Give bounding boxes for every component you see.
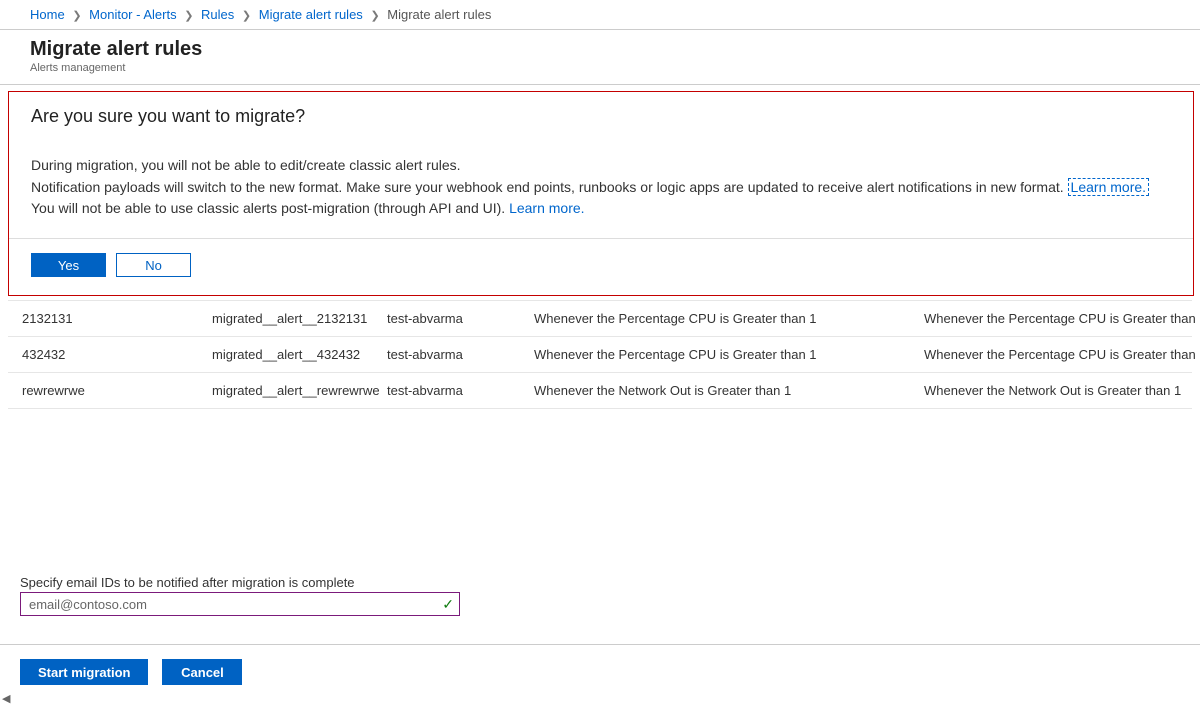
cell-condition-1: Whenever the Network Out is Greater than… [534, 383, 924, 398]
breadcrumb-current: Migrate alert rules [387, 7, 491, 22]
table-row: 432432 migrated__alert__432432 test-abva… [8, 337, 1192, 373]
learn-more-link-2[interactable]: Learn more. [509, 200, 584, 216]
cell-classic-name: rewrewrwe [22, 383, 212, 398]
cell-migrated-name: migrated__alert__2132131 [212, 311, 387, 326]
confirm-line-3: You will not be able to use classic aler… [31, 198, 1171, 220]
table-row: rewrewrwe migrated__alert__rewrewrwe tes… [8, 373, 1192, 409]
page-header: Migrate alert rules Alerts management [0, 30, 1200, 85]
no-button[interactable]: No [116, 253, 191, 277]
confirm-line-1: During migration, you will not be able t… [31, 155, 1171, 177]
cell-target: test-abvarma [387, 383, 534, 398]
cell-target: test-abvarma [387, 347, 534, 362]
cell-condition-2: Whenever the Percentage CPU is Greater t… [924, 347, 1200, 362]
page-title: Migrate alert rules [30, 38, 1180, 61]
cell-target: test-abvarma [387, 311, 534, 326]
confirm-line-2: Notification payloads will switch to the… [31, 177, 1171, 199]
cell-classic-name: 2132131 [22, 311, 212, 326]
cell-condition-1: Whenever the Percentage CPU is Greater t… [534, 311, 924, 326]
divider [9, 238, 1193, 239]
rules-table: 2132131 migrated__alert__2132131 test-ab… [0, 300, 1200, 409]
breadcrumb-migrate-alert-rules[interactable]: Migrate alert rules [259, 7, 363, 22]
confirm-line-2-text: Notification payloads will switch to the… [31, 179, 1068, 195]
email-note-label: Specify email IDs to be notified after m… [20, 575, 1180, 590]
divider [0, 644, 1200, 645]
breadcrumb: Home ❯ Monitor - Alerts ❯ Rules ❯ Migrat… [0, 0, 1200, 30]
breadcrumb-home[interactable]: Home [30, 7, 65, 22]
chevron-right-icon: ❯ [184, 9, 193, 22]
cell-condition-2: Whenever the Network Out is Greater than… [924, 383, 1181, 398]
scroll-left-icon[interactable]: ◀ [2, 692, 10, 705]
cell-condition-1: Whenever the Percentage CPU is Greater t… [534, 347, 924, 362]
table-row: 2132131 migrated__alert__2132131 test-ab… [8, 300, 1192, 337]
page-subtitle: Alerts management [30, 62, 1180, 74]
chevron-right-icon: ❯ [72, 9, 81, 22]
bottom-section: Specify email IDs to be notified after m… [0, 575, 1200, 707]
learn-more-link-1[interactable]: Learn more. [1068, 178, 1149, 196]
cell-condition-2: Whenever the Percentage CPU is Greater t… [924, 311, 1200, 326]
cell-classic-name: 432432 [22, 347, 212, 362]
notification-email-input[interactable] [20, 592, 460, 616]
cancel-button[interactable]: Cancel [162, 659, 242, 685]
chevron-right-icon: ❯ [370, 9, 379, 22]
confirm-line-3-text: You will not be able to use classic aler… [31, 200, 509, 216]
breadcrumb-rules[interactable]: Rules [201, 7, 234, 22]
chevron-right-icon: ❯ [242, 9, 251, 22]
cell-migrated-name: migrated__alert__rewrewrwe [212, 383, 387, 398]
confirm-panel: Are you sure you want to migrate? During… [8, 91, 1194, 296]
breadcrumb-monitor-alerts[interactable]: Monitor - Alerts [89, 7, 176, 22]
start-migration-button[interactable]: Start migration [20, 659, 148, 685]
yes-button[interactable]: Yes [31, 253, 106, 277]
cell-migrated-name: migrated__alert__432432 [212, 347, 387, 362]
confirm-heading: Are you sure you want to migrate? [31, 106, 1171, 127]
